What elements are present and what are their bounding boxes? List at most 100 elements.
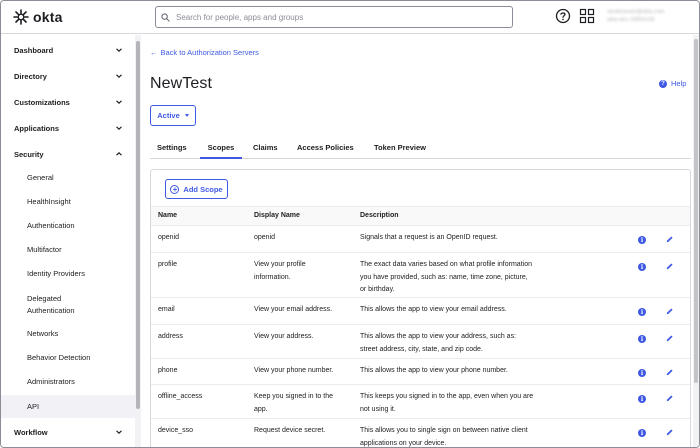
sidebar-item-label: General bbox=[27, 173, 54, 182]
sidebar-scrollbar-thumb[interactable] bbox=[136, 41, 140, 409]
display-line: information. bbox=[254, 273, 291, 281]
main-scrollbar[interactable] bbox=[693, 35, 699, 447]
sidebar-item-identity-providers[interactable]: Identity Providers bbox=[1, 268, 135, 280]
sidebar-item-label: Identity Providers bbox=[27, 269, 85, 278]
main-scrollbar-thumb[interactable] bbox=[694, 39, 698, 383]
column-header-name: Name bbox=[158, 212, 178, 219]
scope-display-name: Request device secret. bbox=[254, 425, 354, 438]
pencil-icon[interactable] bbox=[665, 262, 674, 271]
tab-scopes[interactable]: Scopes bbox=[200, 139, 242, 159]
sidebar-item-networks[interactable]: Networks bbox=[1, 328, 135, 340]
desc-line: This allows the app to view your email a… bbox=[360, 306, 507, 313]
sidebar-item-label: HealthInsight bbox=[27, 197, 71, 206]
pencil-icon[interactable] bbox=[665, 428, 674, 437]
sidebar-item-multifactor[interactable]: Multifactor bbox=[1, 244, 135, 256]
desc-line: applications on your device. bbox=[360, 439, 447, 447]
sidebar-item-delegated-authentication[interactable]: Delegated Authentication bbox=[1, 292, 135, 318]
table-row: email View your email address. This allo… bbox=[151, 298, 690, 325]
scope-display-name: View your address. bbox=[254, 331, 354, 344]
sidebar-item-label: Workflow bbox=[14, 427, 48, 437]
user-org: okta-dev-19054128 bbox=[607, 17, 655, 23]
info-icon[interactable]: i bbox=[638, 395, 646, 403]
okta-sunburst-icon bbox=[13, 9, 29, 25]
chevron-down-icon bbox=[116, 100, 122, 104]
desc-line: The exact data varies based on what prof… bbox=[360, 261, 532, 268]
pencil-icon[interactable] bbox=[665, 394, 674, 403]
sidebar-item-label: Dashboard bbox=[14, 45, 54, 55]
question-circle-icon[interactable] bbox=[555, 8, 571, 24]
scope-description: This allows you to single sign on betwee… bbox=[360, 425, 570, 447]
plus-circle-icon: + bbox=[170, 184, 180, 194]
user-menu[interactable]: randomuser@okta.com okta-dev-19054128 bbox=[607, 8, 689, 24]
scope-description: This allows the app to view your email a… bbox=[360, 304, 570, 317]
sidebar-item-directory[interactable]: Directory bbox=[1, 63, 135, 89]
scope-name: email bbox=[158, 306, 175, 313]
sidebar-item-label: Applications bbox=[14, 123, 60, 133]
tab-access-policies[interactable]: Access Policies bbox=[297, 139, 354, 159]
sidebar-item-security[interactable]: Security bbox=[1, 141, 135, 167]
tab-token-preview[interactable]: Token Preview bbox=[374, 139, 426, 159]
sidebar-item-workflow[interactable]: Workflow bbox=[1, 419, 135, 445]
sidebar-item-label: Administrators bbox=[27, 377, 75, 386]
tab-settings[interactable]: Settings bbox=[157, 139, 187, 159]
scope-name: offline_access bbox=[158, 393, 203, 400]
pencil-icon[interactable] bbox=[665, 368, 674, 377]
sidebar-item-label: Security bbox=[14, 149, 44, 159]
page-title: NewTest bbox=[150, 75, 213, 92]
okta-logo[interactable]: okta bbox=[13, 9, 63, 25]
sidebar-item-behavior-detection[interactable]: Behavior Detection bbox=[1, 352, 135, 364]
sidebar-item-healthinsight[interactable]: HealthInsight bbox=[1, 196, 135, 208]
sidebar-scrollbar[interactable] bbox=[135, 35, 141, 447]
sidebar-item-authentication[interactable]: Authentication bbox=[1, 220, 135, 232]
desc-line: This allows you to single sign on betwee… bbox=[360, 427, 528, 434]
info-icon[interactable]: i bbox=[638, 263, 646, 271]
app-grid-icon[interactable] bbox=[579, 8, 595, 24]
add-scope-button[interactable]: + Add Scope bbox=[165, 179, 228, 199]
sidebar-item-label: Behavior Detection bbox=[27, 353, 91, 362]
desc-line: or birthday. bbox=[360, 286, 395, 293]
display-line: View your email address. bbox=[254, 306, 333, 313]
tab-claims[interactable]: Claims bbox=[253, 139, 278, 159]
scope-display-name: Keep you signed in to the app. bbox=[254, 391, 354, 416]
sidebar-item-administrators[interactable]: Administrators bbox=[1, 376, 135, 388]
chevron-down-icon bbox=[116, 430, 122, 434]
desc-line: Signals that a request is an OpenID requ… bbox=[360, 234, 498, 241]
column-header-description: Description bbox=[360, 212, 399, 219]
status-label: Active bbox=[157, 111, 180, 120]
info-icon[interactable]: i bbox=[638, 308, 646, 316]
scope-description: Signals that a request is an OpenID requ… bbox=[360, 232, 570, 245]
scope-description: This allows the app to view your address… bbox=[360, 331, 570, 356]
pencil-icon[interactable] bbox=[665, 235, 674, 244]
display-line: View your profile bbox=[254, 261, 306, 268]
help-link[interactable]: ? Help bbox=[659, 79, 686, 88]
info-icon[interactable]: i bbox=[638, 369, 646, 377]
sidebar-item-customizations[interactable]: Customizations bbox=[1, 89, 135, 115]
scope-display-name: View your phone number. bbox=[254, 365, 354, 378]
search-input[interactable] bbox=[176, 12, 496, 22]
tab-label: Scopes bbox=[207, 143, 235, 152]
status-dropdown[interactable]: Active bbox=[150, 105, 196, 126]
top-bar: okta randomuser@okta.com okta-dev-190541… bbox=[1, 1, 699, 34]
pencil-icon[interactable] bbox=[665, 307, 674, 316]
global-search[interactable] bbox=[155, 6, 513, 28]
sidebar-item-general[interactable]: General bbox=[1, 172, 135, 184]
sidebar-item-api[interactable]: API bbox=[1, 395, 135, 418]
table-row: address View your address. This allows t… bbox=[151, 325, 690, 359]
back-link[interactable]: ← Back to Authorization Servers bbox=[150, 48, 259, 57]
info-icon[interactable]: i bbox=[638, 236, 646, 244]
scope-description: The exact data varies based on what prof… bbox=[360, 259, 570, 297]
arrow-left-icon: ← bbox=[150, 48, 158, 57]
info-icon[interactable]: i bbox=[638, 429, 646, 437]
sidebar-item-dashboard[interactable]: Dashboard bbox=[1, 37, 135, 63]
scope-display-name: openid bbox=[254, 232, 354, 245]
table-row: profile View your profile information. T… bbox=[151, 253, 690, 298]
info-icon[interactable]: i bbox=[638, 335, 646, 343]
display-line: Request device secret. bbox=[254, 427, 326, 434]
help-label: Help bbox=[671, 79, 687, 88]
sidebar-item-applications[interactable]: Applications bbox=[1, 115, 135, 141]
sidebar-item-label: Authentication bbox=[27, 221, 75, 230]
tab-label: Claims bbox=[253, 143, 278, 152]
scopes-table: Name Display Name Description openid ope… bbox=[151, 206, 690, 447]
tab-bar: Settings Scopes Claims Access Policies T… bbox=[150, 139, 691, 159]
pencil-icon[interactable] bbox=[665, 334, 674, 343]
